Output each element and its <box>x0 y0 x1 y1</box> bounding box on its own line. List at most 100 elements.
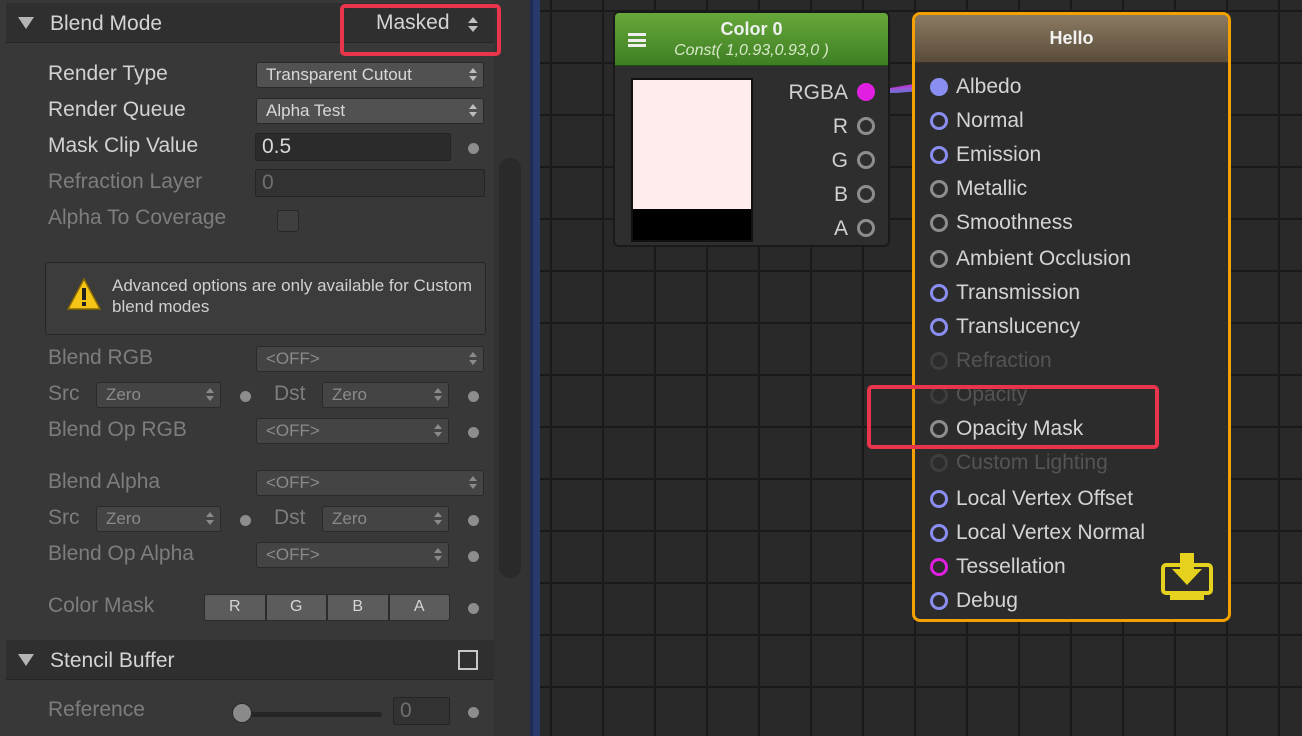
mask-clip-port-icon[interactable] <box>468 143 479 154</box>
mask-clip-field[interactable]: 0.5 <box>255 133 451 161</box>
output-r-port[interactable] <box>857 117 875 135</box>
dst-alpha-port-icon[interactable] <box>468 515 479 526</box>
dropdown-arrows-icon <box>469 104 477 118</box>
color-preview-swatch[interactable] <box>631 78 753 242</box>
input-custom-lighting-label: Custom Lighting <box>956 451 1108 474</box>
color-mask-r-toggle[interactable]: R <box>204 594 266 621</box>
src-rgb-port-icon[interactable] <box>240 391 251 402</box>
input-smoothness-port[interactable] <box>930 214 948 232</box>
input-local-vertex-offset-port[interactable] <box>930 490 948 508</box>
reference-field[interactable]: 0 <box>393 697 450 725</box>
scrollbar-thumb[interactable] <box>499 158 521 578</box>
color-mask-toggles: R G B A <box>204 594 450 621</box>
input-debug-label: Debug <box>956 589 1018 612</box>
refraction-layer-label: Refraction Layer <box>48 170 203 193</box>
blend-op-alpha-label: Blend Op Alpha <box>48 542 194 565</box>
panel-divider[interactable] <box>530 0 540 736</box>
inspector-panel: Blend Mode Masked Render Type Transparen… <box>0 0 530 736</box>
color-mask-b-toggle[interactable]: B <box>327 594 389 621</box>
input-metallic-port[interactable] <box>930 180 948 198</box>
input-ambient-occlusion-label: Ambient Occlusion <box>956 247 1132 270</box>
output-g-label: G <box>831 149 848 172</box>
reference-label: Reference <box>48 698 145 721</box>
color-node-header[interactable]: Color 0 Const( 1,0.93,0.93,0 ) <box>615 13 888 66</box>
src-rgb-value: Zero <box>106 385 141 404</box>
opacity-mask-highlight <box>867 385 1159 449</box>
input-tessellation-label: Tessellation <box>956 555 1066 578</box>
render-queue-dropdown[interactable]: Alpha Test <box>256 98 484 124</box>
input-refraction-label: Refraction <box>956 349 1052 372</box>
dropdown-arrows-icon <box>206 388 214 402</box>
src-alpha-port-icon[interactable] <box>240 515 251 526</box>
stencil-buffer-checkbox[interactable] <box>458 650 478 670</box>
input-emission-port[interactable] <box>930 146 948 164</box>
input-normal-port[interactable] <box>930 112 948 130</box>
blend-rgb-dropdown[interactable]: <OFF> <box>256 346 484 372</box>
output-g-port[interactable] <box>857 151 875 169</box>
input-debug-port[interactable] <box>930 592 948 610</box>
blend-alpha-dropdown[interactable]: <OFF> <box>256 470 484 496</box>
reference-slider-track[interactable] <box>240 712 382 717</box>
dst-alpha-value: Zero <box>332 509 367 528</box>
output-rgba-port[interactable] <box>857 83 875 101</box>
reference-port-icon[interactable] <box>468 707 479 718</box>
refraction-layer-field[interactable]: 0 <box>255 169 485 197</box>
color-mask-port-icon[interactable] <box>468 603 479 614</box>
src-alpha-value: Zero <box>106 509 141 528</box>
dropdown-arrows-icon <box>469 352 477 366</box>
master-node-download-icon[interactable] <box>1160 553 1214 603</box>
src-alpha-label: Src <box>48 506 80 529</box>
stencil-buffer-header[interactable]: Stencil Buffer <box>6 640 494 680</box>
src-rgb-label: Src <box>48 382 80 405</box>
dst-rgb-value: Zero <box>332 385 367 404</box>
input-local-vertex-normal-port[interactable] <box>930 524 948 542</box>
color-node[interactable]: Color 0 Const( 1,0.93,0.93,0 ) RGBA R G … <box>613 11 890 247</box>
color-mask-g-toggle[interactable]: G <box>265 594 327 621</box>
blend-op-rgb-value: <OFF> <box>266 421 320 440</box>
blend-op-alpha-dropdown[interactable]: <OFF> <box>256 542 449 568</box>
output-b-port[interactable] <box>857 185 875 203</box>
input-transmission-port[interactable] <box>930 284 948 302</box>
render-type-dropdown[interactable]: Transparent Cutout <box>256 62 484 88</box>
dst-rgb-dropdown[interactable]: Zero <box>322 382 449 408</box>
input-local-vertex-offset-label: Local Vertex Offset <box>956 487 1134 510</box>
stencil-buffer-title: Stencil Buffer <box>50 649 175 672</box>
warning-icon <box>66 277 102 310</box>
blend-op-rgb-dropdown[interactable]: <OFF> <box>256 418 449 444</box>
dst-rgb-port-icon[interactable] <box>468 391 479 402</box>
color-mask-a-toggle[interactable]: A <box>388 594 450 621</box>
master-node[interactable]: Hello Albedo Normal Emission Metallic Sm… <box>912 12 1231 622</box>
input-albedo-label: Albedo <box>956 75 1022 98</box>
src-rgb-dropdown[interactable]: Zero <box>96 382 221 408</box>
blend-op-rgb-label: Blend Op RGB <box>48 418 187 441</box>
dst-alpha-dropdown[interactable]: Zero <box>322 506 449 532</box>
help-box: Advanced options are only available for … <box>45 262 486 335</box>
dropdown-arrows-icon <box>434 424 442 438</box>
input-tessellation-port[interactable] <box>930 558 948 576</box>
blend-op-alpha-value: <OFF> <box>266 545 320 564</box>
input-custom-lighting-port[interactable] <box>930 454 948 472</box>
blend-rgb-value: <OFF> <box>266 349 320 368</box>
src-alpha-dropdown[interactable]: Zero <box>96 506 221 532</box>
input-refraction-port[interactable] <box>930 352 948 370</box>
render-type-label: Render Type <box>48 62 168 85</box>
input-translucency-port[interactable] <box>930 318 948 336</box>
dropdown-arrows-icon <box>434 548 442 562</box>
foldout-triangle-icon[interactable] <box>18 17 34 29</box>
output-a-port[interactable] <box>857 219 875 237</box>
blend-rgb-label: Blend RGB <box>48 346 154 369</box>
alpha-band <box>633 209 751 240</box>
render-type-value: Transparent Cutout <box>266 65 412 84</box>
dst-rgb-label: Dst <box>274 382 306 405</box>
blend-op-rgb-port-icon[interactable] <box>468 427 479 438</box>
input-emission-label: Emission <box>956 143 1042 166</box>
input-ambient-occlusion-port[interactable] <box>930 250 948 268</box>
master-node-header[interactable]: Hello <box>915 15 1228 63</box>
reference-slider-knob[interactable] <box>232 703 252 723</box>
input-local-vertex-normal-label: Local Vertex Normal <box>956 521 1146 544</box>
output-rgba-label: RGBA <box>788 81 848 104</box>
alpha-to-coverage-checkbox[interactable] <box>277 210 299 232</box>
input-albedo-port[interactable] <box>930 78 948 96</box>
blend-op-alpha-port-icon[interactable] <box>468 551 479 562</box>
foldout-triangle-icon[interactable] <box>18 654 34 666</box>
